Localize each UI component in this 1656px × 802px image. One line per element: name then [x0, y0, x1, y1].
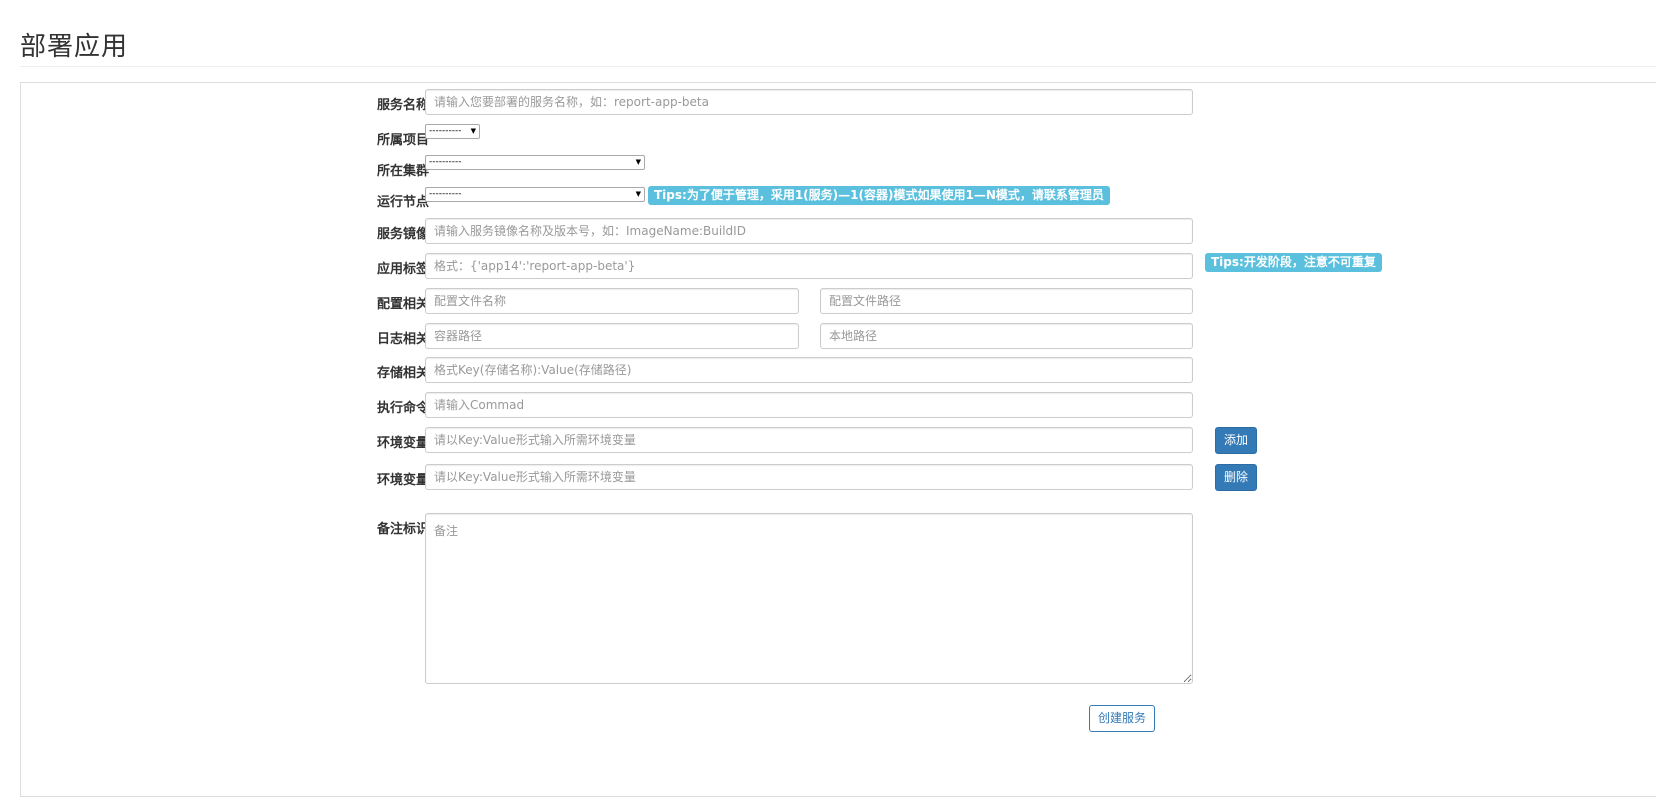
- env-input[interactable]: [425, 427, 1193, 453]
- add-env-button[interactable]: 添加: [1215, 427, 1257, 454]
- page-title: 部署应用: [20, 32, 129, 62]
- node-tip-badge: Tips:为了便于管理，采用1(服务)—1(容器)模式如果使用1—N模式，请联系…: [648, 186, 1110, 205]
- config-name-input[interactable]: [425, 288, 799, 314]
- cluster-select[interactable]: ---------- ▼: [425, 155, 645, 170]
- node-select[interactable]: ---------- ▼: [425, 187, 645, 202]
- node-select-value: ----------: [429, 189, 462, 199]
- command-input[interactable]: [425, 392, 1193, 418]
- config-path-input[interactable]: [820, 288, 1193, 314]
- app-label-input[interactable]: [425, 253, 1193, 279]
- service-name-input[interactable]: [425, 89, 1193, 115]
- dropdown-arrow-icon: ▼: [635, 190, 641, 198]
- app-label-tip-badge: Tips:开发阶段，注意不可重复: [1205, 253, 1382, 272]
- env-input[interactable]: [425, 464, 1193, 490]
- delete-env-button[interactable]: 删除: [1215, 464, 1257, 491]
- cluster-select-value: ----------: [429, 157, 462, 167]
- log-container-path-input[interactable]: [425, 323, 799, 349]
- project-select-value: ----------: [429, 126, 462, 136]
- create-service-button[interactable]: 创建服务: [1089, 705, 1155, 732]
- storage-input[interactable]: [425, 357, 1193, 383]
- image-input[interactable]: [425, 218, 1193, 244]
- project-select[interactable]: ---------- ▼: [425, 124, 480, 139]
- log-local-path-input[interactable]: [820, 323, 1193, 349]
- dropdown-arrow-icon: ▼: [470, 127, 476, 135]
- dropdown-arrow-icon: ▼: [635, 158, 641, 166]
- remark-textarea[interactable]: [425, 513, 1193, 684]
- title-divider: [20, 66, 1656, 67]
